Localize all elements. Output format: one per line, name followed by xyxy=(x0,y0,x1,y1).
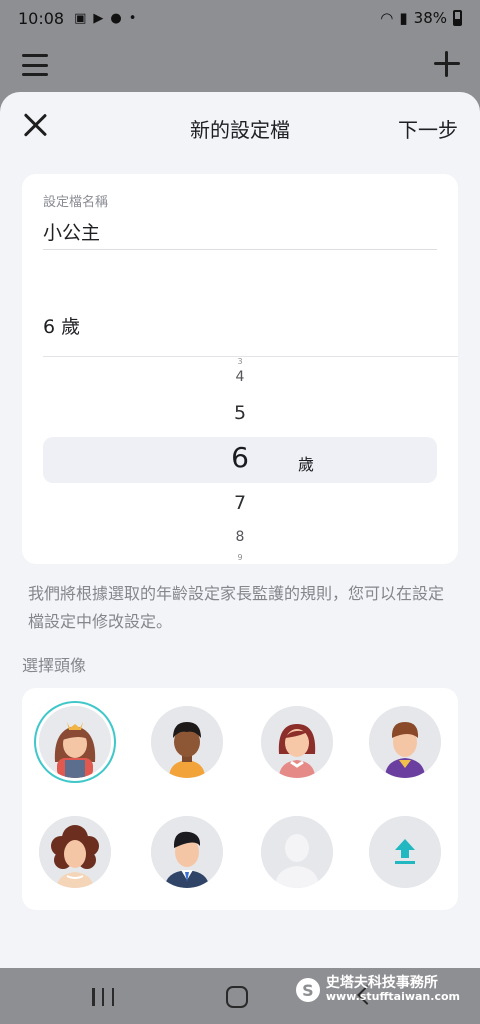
nav-home-icon[interactable] xyxy=(226,986,248,1008)
avatar-man-suit[interactable] xyxy=(151,816,223,888)
upload-icon xyxy=(369,816,441,888)
avatar-girl-red-hair[interactable] xyxy=(261,706,333,778)
picker-option[interactable]: 5 xyxy=(43,402,437,424)
navigation-bar: S 史塔夫科技事務所 www.stufftaiwan.com xyxy=(0,968,480,1024)
bulb-icon: ● xyxy=(110,10,122,26)
status-bar: 10:08 ▣ ▶ ● • ◠ ▮ 38% xyxy=(0,0,480,36)
battery-icon xyxy=(453,10,462,26)
notification-icons: ▣ ▶ ● • xyxy=(74,11,136,26)
menu-icon[interactable] xyxy=(22,54,48,76)
picker-option[interactable]: 7 xyxy=(43,492,437,514)
avatar-section-label: 選擇頭像 xyxy=(22,656,87,675)
image-icon: ▣ xyxy=(74,10,87,26)
name-field[interactable]: 小公主 xyxy=(43,218,100,245)
helper-text: 我們將根據選取的年齡設定家長監護的規則，您可以在設定檔設定中修改設定。 xyxy=(28,584,445,631)
signal-icon: ▮ xyxy=(399,9,408,27)
avatar-card xyxy=(22,688,458,910)
add-icon[interactable] xyxy=(432,49,462,79)
status-time: 10:08 xyxy=(18,8,65,28)
next-button[interactable]: 下一步 xyxy=(398,114,458,143)
watermark-title: 史塔夫科技事務所 xyxy=(325,975,438,991)
dot-icon: • xyxy=(128,10,137,26)
sheet-header: 新的設定檔 下一步 xyxy=(0,92,480,162)
profile-form-card: 設定檔名稱 小公主 6 歲 3 4 5 6 歲 7 8 9 xyxy=(22,174,458,564)
picker-selected-option[interactable]: 6 xyxy=(43,441,437,474)
picker-unit: 歲 xyxy=(298,455,315,474)
battery-percent: 38% xyxy=(413,9,447,27)
watermark: S 史塔夫科技事務所 www.stufftaiwan.com xyxy=(295,975,460,1004)
wifi-icon: ◠ xyxy=(380,9,394,27)
upload-avatar-button[interactable] xyxy=(369,816,441,888)
system-icons: ◠ ▮ 38% xyxy=(380,9,462,27)
avatar-placeholder[interactable] xyxy=(261,816,333,888)
age-picker[interactable]: 3 4 5 6 歲 7 8 9 xyxy=(43,357,437,564)
play-icon: ▶ xyxy=(93,10,104,26)
name-field-label: 設定檔名稱 xyxy=(43,195,109,210)
picker-option[interactable]: 4 xyxy=(43,369,437,385)
picker-option[interactable]: 8 xyxy=(43,529,437,545)
age-field[interactable]: 6 歲 xyxy=(43,312,80,339)
avatar-boy-dark[interactable] xyxy=(151,706,223,778)
nav-recent-icon[interactable] xyxy=(92,988,114,1006)
picker-option[interactable]: 9 xyxy=(43,553,437,562)
avatar-grid xyxy=(22,688,458,910)
watermark-logo: S xyxy=(295,978,320,1002)
avatar-woman-curly[interactable] xyxy=(39,816,111,888)
picker-option[interactable]: 3 xyxy=(43,357,437,366)
avatar-girl-crown[interactable] xyxy=(39,706,111,778)
new-profile-sheet: 新的設定檔 下一步 設定檔名稱 小公主 6 歲 3 4 5 6 歲 7 8 9 … xyxy=(0,92,480,968)
name-field-underline xyxy=(43,249,437,250)
app-bar xyxy=(0,36,480,96)
avatar-boy-purple[interactable] xyxy=(369,706,441,778)
watermark-url: www.stufftaiwan.com xyxy=(325,990,460,1003)
